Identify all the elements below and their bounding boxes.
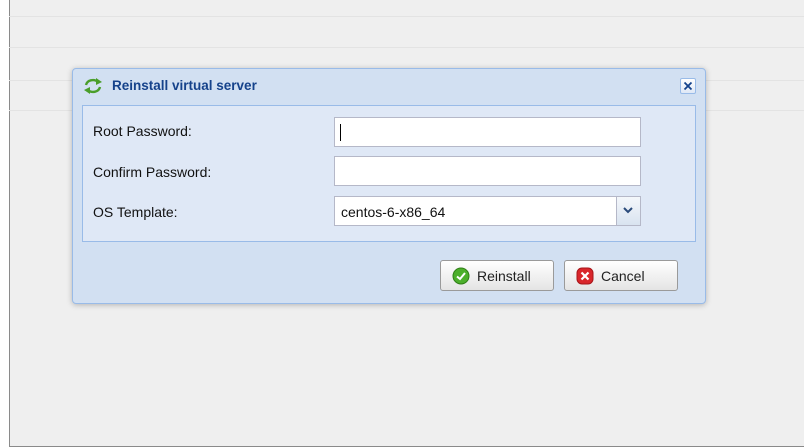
form-panel: Root Password: Confirm Password: OS Temp… [82,105,696,242]
close-button[interactable] [680,78,696,94]
refresh-icon [83,77,103,95]
reinstall-button[interactable]: Reinstall [440,260,554,291]
text-caret [340,124,341,141]
reinstall-button-label: Reinstall [477,268,531,284]
os-template-value: centos-6-x86_64 [341,204,446,220]
os-template-select[interactable]: centos-6-x86_64 [334,196,641,226]
root-password-label: Root Password: [93,123,192,139]
dialog-titlebar[interactable]: Reinstall virtual server [73,69,705,103]
root-password-field[interactable] [334,117,641,147]
cancel-button-label: Cancel [601,268,645,284]
dialog-title: Reinstall virtual server [112,78,257,93]
os-template-label: OS Template: [93,204,178,220]
confirm-password-field[interactable] [334,156,641,186]
x-circle-icon [576,267,594,285]
background-divider [9,47,804,48]
reinstall-dialog: Reinstall virtual server Root Password: … [72,68,706,304]
cancel-button[interactable]: Cancel [564,260,678,291]
confirm-password-label: Confirm Password: [93,164,212,180]
background-divider [9,16,804,17]
check-circle-icon [452,267,470,285]
os-template-dropdown-button[interactable] [616,197,640,225]
